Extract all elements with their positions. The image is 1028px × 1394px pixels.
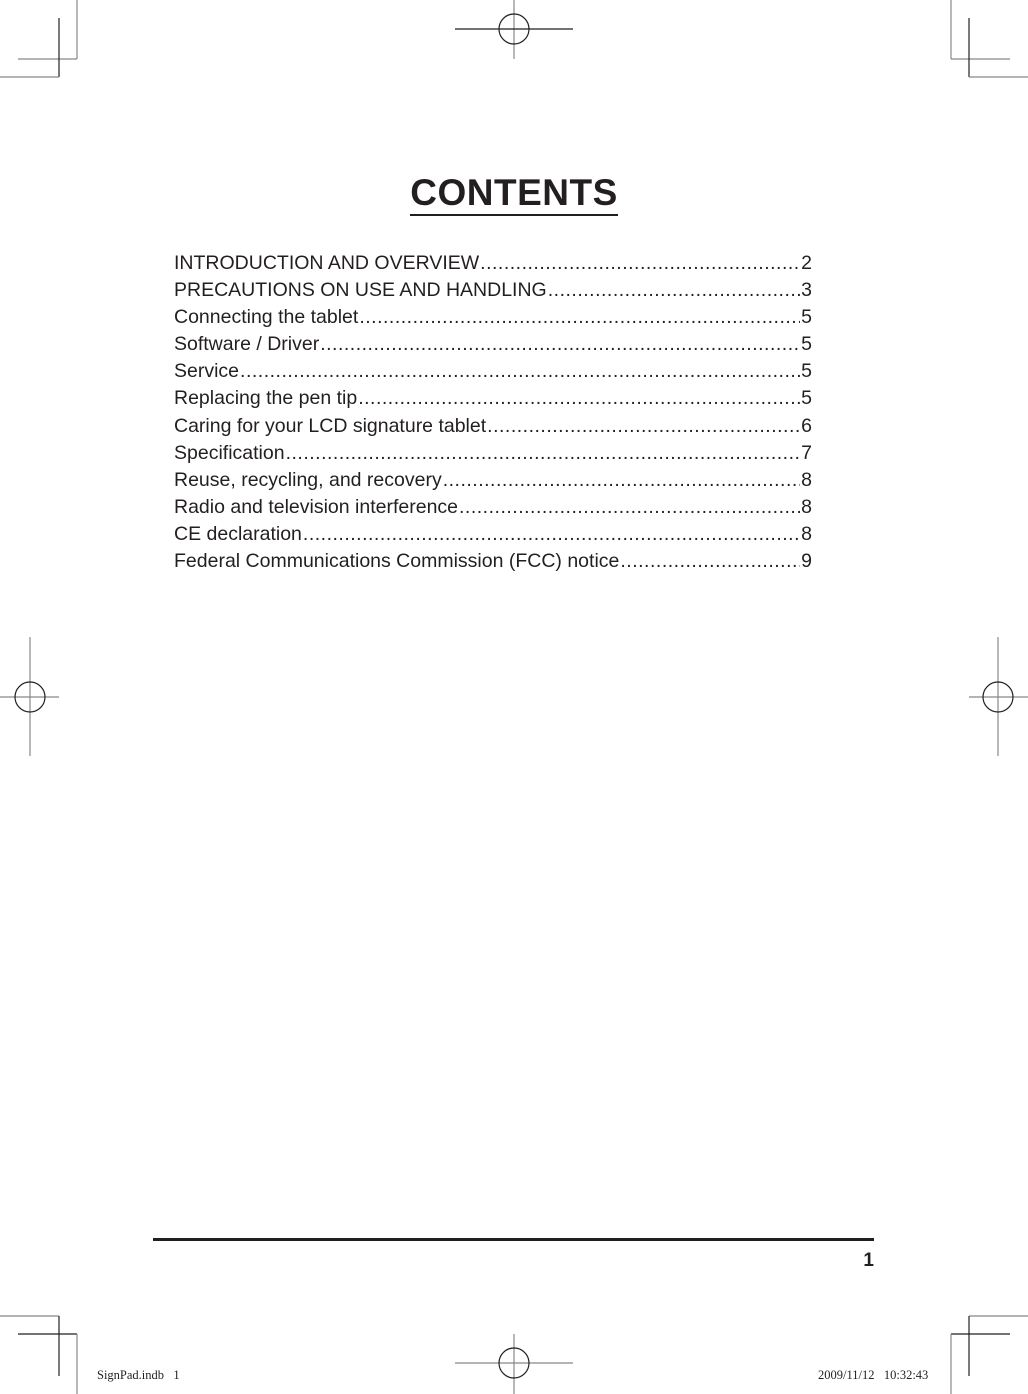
toc-entry[interactable]: Caring for your LCD signature tablet 6 xyxy=(174,413,812,440)
toc-entry-label: Connecting the tablet xyxy=(174,306,359,329)
toc-entry-label: Service xyxy=(174,360,240,383)
slug-timestamp: 2009/11/12 10:32:43 xyxy=(818,1368,929,1382)
dot-leader xyxy=(548,277,800,304)
page-title-text: CONTENTS xyxy=(410,172,618,216)
toc-entry-page: 9 xyxy=(801,550,812,573)
dot-leader xyxy=(240,358,800,385)
toc-entry-page: 2 xyxy=(801,252,812,274)
toc-entry-label: Federal Communications Commission (FCC) … xyxy=(174,550,620,573)
table-of-contents: INTRODUCTION AND OVERVIEW 2 PRECAUTIONS … xyxy=(174,250,812,575)
toc-entry[interactable]: CE declaration 8 xyxy=(174,521,812,548)
dot-leader xyxy=(480,250,800,277)
toc-entry-label: Software / Driver xyxy=(174,333,320,356)
footer-rule xyxy=(153,1238,874,1241)
toc-entry-page: 5 xyxy=(801,387,812,410)
toc-entry-page: 8 xyxy=(801,495,812,518)
toc-entry[interactable]: Specification 7 xyxy=(174,440,812,467)
crop-mark-bottom-left xyxy=(0,1315,78,1394)
toc-entry[interactable]: Federal Communications Commission (FCC) … xyxy=(174,548,812,575)
toc-entry[interactable]: Reuse, recycling, and recovery 8 xyxy=(174,467,812,494)
registration-mark-bottom xyxy=(455,1334,573,1394)
dot-leader xyxy=(620,548,800,575)
toc-entry-page: 5 xyxy=(801,360,812,383)
dot-leader xyxy=(443,467,800,494)
dot-leader xyxy=(359,304,800,331)
page-title: CONTENTS xyxy=(0,172,1028,216)
toc-entry[interactable]: PRECAUTIONS ON USE AND HANDLING 3 xyxy=(174,277,812,304)
registration-mark-right xyxy=(969,637,1028,756)
toc-entry-label: Caring for your LCD signature tablet xyxy=(174,414,487,437)
toc-entry[interactable]: INTRODUCTION AND OVERVIEW 2 xyxy=(174,250,812,277)
toc-entry-page: 8 xyxy=(801,522,812,545)
page-number: 1 xyxy=(863,1250,874,1271)
toc-entry-label: Reuse, recycling, and recovery xyxy=(174,468,442,491)
toc-entry-label: Radio and television interference xyxy=(174,495,459,518)
toc-entry[interactable]: Replacing the pen tip 5 xyxy=(174,385,812,412)
toc-entry-page: 7 xyxy=(801,441,812,464)
crop-mark-top-right xyxy=(950,0,1028,78)
dot-leader xyxy=(303,521,800,548)
dot-leader xyxy=(487,413,800,440)
toc-entry[interactable]: Software / Driver 5 xyxy=(174,331,812,358)
toc-entry[interactable]: Service 5 xyxy=(174,358,812,385)
toc-entry[interactable]: Radio and television interference 8 xyxy=(174,494,812,521)
dot-leader xyxy=(286,440,801,467)
dot-leader xyxy=(358,385,800,412)
toc-entry-label: Specification xyxy=(174,441,285,464)
toc-entry-page: 6 xyxy=(801,414,812,437)
toc-entry[interactable]: Connecting the tablet 5 xyxy=(174,304,812,331)
toc-entry-page: 3 xyxy=(801,279,812,302)
toc-entry-page: 5 xyxy=(801,333,812,356)
registration-mark-top xyxy=(455,0,573,59)
toc-entry-page: 5 xyxy=(801,306,812,329)
toc-entry-label: PRECAUTIONS ON USE AND HANDLING xyxy=(174,279,547,302)
toc-entry-label: Replacing the pen tip xyxy=(174,387,358,410)
dot-leader xyxy=(320,331,800,358)
toc-entry-label: INTRODUCTION AND OVERVIEW xyxy=(174,252,480,274)
crop-mark-bottom-right xyxy=(950,1315,1028,1394)
slug-filename: SignPad.indb 1 xyxy=(97,1368,180,1382)
registration-mark-left xyxy=(0,637,59,756)
crop-mark-top-left xyxy=(0,0,78,78)
toc-entry-label: CE declaration xyxy=(174,522,302,545)
dot-leader xyxy=(459,494,800,521)
toc-entry-page: 8 xyxy=(801,468,812,491)
